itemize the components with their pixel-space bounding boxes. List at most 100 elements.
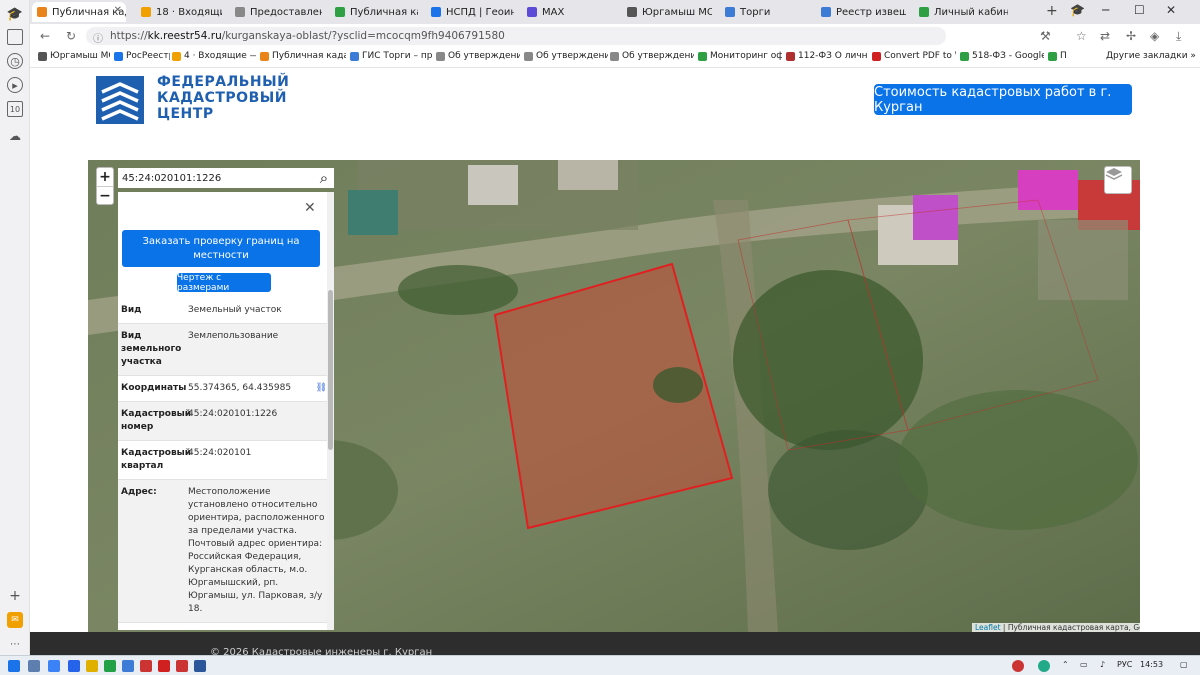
url-field[interactable]: ⓘ https://kk.reestr54.ru/kurganskaya-obl… bbox=[86, 27, 946, 45]
bookmark-label: П bbox=[1060, 51, 1067, 61]
app-icon[interactable] bbox=[158, 660, 170, 672]
bookmark-star-icon[interactable]: ☆ bbox=[1076, 29, 1087, 43]
media-icon[interactable]: ▸ bbox=[7, 77, 23, 93]
word-icon[interactable] bbox=[194, 660, 206, 672]
profile-icon[interactable]: 🎓 bbox=[1070, 3, 1085, 17]
start-icon[interactable] bbox=[8, 660, 20, 672]
layers-icon[interactable] bbox=[1104, 166, 1132, 194]
bookmark-item[interactable]: 4 · Входящие — Я bbox=[172, 51, 256, 61]
bookmark-label: Convert PDF to W bbox=[884, 51, 956, 61]
collections-icon[interactable] bbox=[7, 29, 23, 45]
browser-tab[interactable]: 18 · Входящие — Я bbox=[136, 2, 222, 22]
bookmark-item[interactable]: П bbox=[1048, 51, 1074, 61]
logo-icon[interactable] bbox=[96, 76, 144, 124]
map-view[interactable]: + − 45:24:020101:1226 ⌕ ✕ Заказать прове… bbox=[88, 160, 1140, 632]
network-icon[interactable]: ▭ bbox=[1080, 660, 1088, 669]
attribute-value: Землепользование bbox=[188, 331, 279, 341]
app-icon[interactable] bbox=[140, 660, 152, 672]
app-icon[interactable] bbox=[68, 660, 80, 672]
close-window-button[interactable]: ✕ bbox=[1166, 3, 1176, 17]
bookmark-item[interactable]: Convert PDF to W bbox=[872, 51, 956, 61]
folder-icon[interactable] bbox=[86, 660, 98, 672]
mail-icon[interactable]: ✉ bbox=[7, 612, 23, 628]
logo-text[interactable]: ФЕДЕРАЛЬНЫЙ КАДАСТРОВЫЙ ЦЕНТР bbox=[157, 74, 289, 122]
tray-arrow-icon[interactable]: ⌃ bbox=[1062, 660, 1069, 669]
zoom-in-button[interactable]: + bbox=[97, 168, 113, 186]
browser-icon[interactable] bbox=[122, 660, 134, 672]
browser-tab[interactable]: Предоставление bbox=[230, 2, 322, 22]
browser-tab[interactable]: Личный кабинет bbox=[914, 2, 1008, 22]
share-icon[interactable]: ⇄ bbox=[1100, 29, 1110, 43]
leaflet-link[interactable]: Leaflet bbox=[975, 623, 1001, 632]
tab-bar: Публичная кад✕ 18 · Входящие — Я Предостав… bbox=[30, 0, 1200, 24]
search-icon[interactable]: ⌕ bbox=[314, 168, 334, 188]
sidebar-settings-icon[interactable]: ⋯ bbox=[7, 636, 23, 652]
notifications-icon[interactable]: ▢ bbox=[1180, 660, 1188, 669]
bookmark-item[interactable]: Мониторинг офо bbox=[698, 51, 782, 61]
cloud-icon[interactable]: ☁ bbox=[7, 128, 23, 144]
bookmark-item[interactable]: 518-ФЗ - Google T bbox=[960, 51, 1044, 61]
app-icon[interactable] bbox=[176, 660, 188, 672]
bookmark-item[interactable]: 112-ФЗ О личном bbox=[786, 51, 868, 61]
browser-tab[interactable]: Торги bbox=[720, 2, 808, 22]
bookmark-label: РосРеестр bbox=[126, 51, 170, 61]
order-boundary-check-button[interactable]: Заказать проверку границ на местности bbox=[122, 230, 320, 267]
download-icon[interactable]: ⤓ bbox=[1176, 29, 1181, 44]
panel-scrollbar[interactable] bbox=[327, 192, 334, 630]
taskbar: ⌃ ▭ ♪ РУС 14:53 ▢ bbox=[0, 655, 1200, 675]
add-panel-icon[interactable]: + bbox=[7, 588, 23, 604]
minimize-button[interactable]: ─ bbox=[1102, 3, 1109, 17]
tab-close-icon[interactable]: ✕ bbox=[114, 5, 122, 16]
bookmark-item[interactable]: Об утверждении bbox=[436, 51, 520, 61]
bookmark-item[interactable]: ГИС Торги – прод bbox=[350, 51, 432, 61]
browser-tab[interactable]: Реестр извещени bbox=[816, 2, 906, 22]
tab-label: Торги bbox=[740, 6, 771, 18]
attribute-key: Координаты bbox=[121, 383, 187, 393]
bookmark-favicon-icon bbox=[1048, 51, 1057, 61]
bookmark-item[interactable]: РосРеестр bbox=[114, 51, 170, 61]
bookmark-item[interactable]: Юргамыш МО bbox=[38, 51, 110, 61]
bookmark-label: Мониторинг офо bbox=[710, 51, 782, 61]
tools-icon[interactable]: ⚒ bbox=[1040, 29, 1051, 43]
clock[interactable]: 14:53 bbox=[1140, 660, 1163, 669]
translate-icon[interactable]: ◈ bbox=[1150, 29, 1159, 43]
browser-tab[interactable]: MAX bbox=[522, 2, 614, 22]
new-tab-button[interactable]: + bbox=[1046, 3, 1058, 19]
close-icon[interactable]: ✕ bbox=[304, 200, 316, 216]
attribute-value: 45:24:020101 bbox=[188, 448, 252, 458]
dimensions-drawing-button[interactable]: Чертеж с размерами bbox=[177, 273, 271, 293]
app-icon[interactable] bbox=[48, 660, 60, 672]
extensions-icon[interactable]: ✢ bbox=[1126, 29, 1136, 43]
back-icon[interactable]: ← bbox=[40, 29, 50, 43]
bookmark-item[interactable]: Об утверждении bbox=[610, 51, 694, 61]
browser-tab[interactable]: Юргамыш МО bbox=[622, 2, 712, 22]
cadastral-price-button[interactable]: Стоимость кадастровых работ в г. Курган bbox=[874, 84, 1132, 115]
reload-icon[interactable]: ↻ bbox=[66, 29, 76, 43]
tray-icon[interactable] bbox=[1038, 660, 1050, 672]
bookmark-favicon-icon bbox=[524, 51, 533, 61]
security-icon[interactable]: ⓘ bbox=[93, 30, 103, 45]
copy-coordinates-icon[interactable]: ⛓ bbox=[316, 382, 327, 395]
other-bookmarks[interactable]: Другие закладки » bbox=[1106, 51, 1196, 61]
keyboard-language[interactable]: РУС bbox=[1117, 660, 1132, 669]
calendar-icon[interactable]: 10 bbox=[7, 101, 23, 117]
bookmark-item[interactable]: Об утверждении bbox=[524, 51, 608, 61]
history-icon[interactable]: ◷ bbox=[7, 53, 23, 69]
attribute-row: Кадастровый квартал 45:24:020101 bbox=[118, 441, 327, 480]
zoom-out-button[interactable]: − bbox=[97, 186, 113, 204]
browser-tab[interactable]: НСПД | Геоинфор bbox=[426, 2, 514, 22]
favicon-icon bbox=[919, 7, 929, 17]
browser-tab[interactable]: Публичная кад ✕ bbox=[32, 2, 126, 22]
task-view-icon[interactable] bbox=[28, 660, 40, 672]
logo-line: ФЕДЕРАЛЬНЫЙ bbox=[157, 74, 290, 90]
favicon-icon bbox=[431, 7, 441, 17]
app-icon[interactable] bbox=[104, 660, 116, 672]
browser-tab[interactable]: Публичная кадаст bbox=[330, 2, 418, 22]
scrollbar-thumb[interactable] bbox=[328, 290, 333, 450]
graduation-cap-icon[interactable]: 🎓 bbox=[7, 6, 23, 22]
tray-icon[interactable] bbox=[1012, 660, 1024, 672]
bookmark-item[interactable]: Публичная кадас bbox=[260, 51, 346, 61]
restore-button[interactable]: ☐ bbox=[1134, 3, 1145, 17]
cadastral-search-input[interactable]: 45:24:020101:1226 bbox=[118, 168, 334, 188]
volume-icon[interactable]: ♪ bbox=[1100, 660, 1105, 669]
